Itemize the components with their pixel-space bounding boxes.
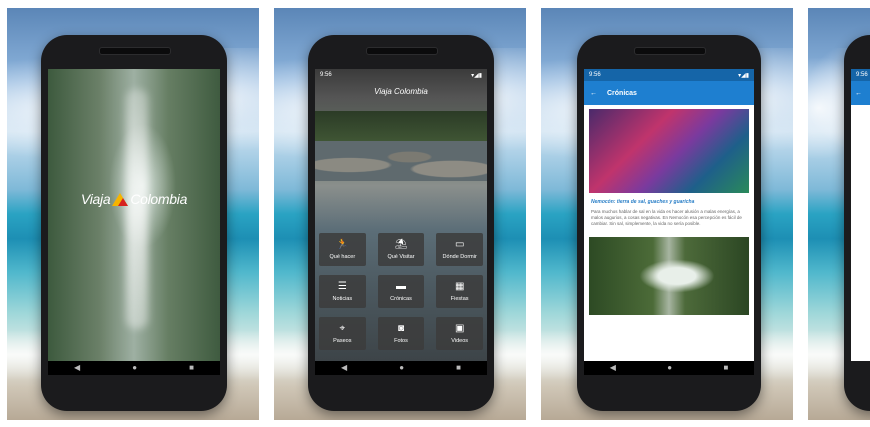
phone-frame: 9:56 ▾◢▮ Viaja Colombia 🏃 Qué hacer ⛱ Qué …	[308, 35, 494, 411]
tile-fiestas[interactable]: ▦ Fiestas	[436, 275, 483, 308]
status-icons: ▾◢▮	[471, 72, 482, 79]
calendar-icon: ▦	[454, 280, 465, 292]
back-arrow-icon[interactable]: ←	[855, 90, 862, 97]
back-icon[interactable]: ◀	[74, 364, 80, 372]
phone-speaker	[99, 47, 171, 55]
status-icons: ▾◢▮	[738, 72, 749, 79]
status-bar: 9:56 ▾◢▮	[315, 69, 487, 81]
location-pin-icon: ⌖	[339, 322, 346, 334]
status-time: 9:56	[320, 72, 332, 78]
status-time: 9:56	[856, 72, 868, 78]
partial-screen: 9:56 ←	[851, 69, 870, 361]
back-icon[interactable]: ◀	[341, 364, 347, 372]
app-bar: ← Crónicas	[584, 81, 754, 105]
runner-icon: 🏃	[336, 238, 349, 250]
tile-fotos[interactable]: ◙ Fotos	[377, 317, 425, 350]
logo-mark-icon	[112, 193, 129, 206]
umbrella-icon: ⛱	[394, 238, 408, 250]
recents-icon[interactable]: ■	[456, 364, 461, 372]
home-logo: Viaja Colombia	[374, 87, 428, 96]
article-image-salt-cathedral[interactable]	[589, 109, 749, 193]
scenery-trees	[315, 111, 487, 141]
home-icon[interactable]: ●	[667, 364, 672, 372]
app-bar: ←	[851, 81, 870, 105]
tile-noticias[interactable]: ☰ Noticias	[319, 275, 366, 308]
screenshot-card-home: 9:56 ▾◢▮ Viaja Colombia 🏃 Qué hacer ⛱ Qué …	[274, 8, 526, 420]
camera-icon: ◙	[397, 322, 405, 334]
page-title: Crónicas	[607, 89, 637, 97]
article-title[interactable]: Nemocón: tierra de sal, guaches y guaric…	[591, 199, 747, 205]
menu-grid: 🏃 Qué hacer ⛱ Qué Visitar ▭ Dónde Dormir ☰ N…	[319, 233, 483, 350]
android-nav-bar: ◀ ● ■	[48, 361, 220, 375]
article-excerpt: Para muchos hablar de sal en la vida es …	[591, 209, 742, 226]
screenshot-card-cronicas: 9:56 ▾◢▮ ← Crónicas Nemocón: tierra de s…	[541, 8, 793, 420]
video-icon: ▣	[454, 322, 465, 334]
status-bar: 9:56	[851, 69, 870, 81]
scenery-rocks	[315, 141, 487, 181]
home-icon[interactable]: ●	[132, 364, 137, 372]
home-screen: 9:56 ▾◢▮ Viaja Colombia 🏃 Qué hacer ⛱ Qué …	[315, 69, 487, 361]
home-icon[interactable]: ●	[399, 364, 404, 372]
splash-screen: Viaja Colombia	[48, 69, 220, 361]
partial-content	[851, 105, 870, 361]
cronicas-screen: 9:56 ▾◢▮ ← Crónicas Nemocón: tierra de s…	[584, 69, 754, 361]
app-logo: Viaja Colombia	[80, 191, 188, 207]
android-nav-bar: ◀ ● ■	[315, 361, 487, 375]
tile-donde-dormir[interactable]: ▭ Dónde Dormir	[436, 233, 483, 266]
chat-icon: ▬	[395, 280, 406, 292]
phone-frame: Viaja Colombia ◀ ● ■	[41, 35, 227, 411]
tile-paseos[interactable]: ⌖ Paseos	[319, 317, 366, 350]
phone-speaker	[634, 47, 706, 55]
tile-que-visitar[interactable]: ⛱ Qué Visitar	[377, 233, 425, 266]
recents-icon[interactable]: ■	[189, 364, 194, 372]
tile-que-hacer[interactable]: 🏃 Qué hacer	[319, 233, 366, 266]
article-list[interactable]: Nemocón: tierra de sal, guaches y guaric…	[584, 105, 754, 361]
status-bar: 9:56 ▾◢▮	[584, 69, 754, 81]
screenshot-card-splash: Viaja Colombia ◀ ● ■	[7, 8, 259, 420]
phone-speaker	[366, 47, 438, 55]
back-arrow-icon[interactable]: ←	[590, 90, 597, 97]
screenshot-card-partial: 9:56 ←	[808, 8, 870, 420]
waterfall-background	[48, 69, 220, 361]
article-image-waterfall[interactable]	[589, 237, 749, 315]
phone-frame: 9:56 ▾◢▮ ← Crónicas Nemocón: tierra de s…	[577, 35, 761, 411]
phone-frame: 9:56 ←	[844, 35, 870, 411]
back-icon[interactable]: ◀	[610, 364, 616, 372]
recents-icon[interactable]: ■	[723, 364, 728, 372]
android-nav-bar: ◀ ● ■	[584, 361, 754, 375]
tile-cronicas[interactable]: ▬ Crónicas	[377, 275, 425, 308]
status-time: 9:56	[589, 72, 601, 78]
tile-videos[interactable]: ▣ Videos	[436, 317, 483, 350]
news-icon: ☰	[337, 280, 347, 292]
bed-icon: ▭	[454, 238, 465, 250]
